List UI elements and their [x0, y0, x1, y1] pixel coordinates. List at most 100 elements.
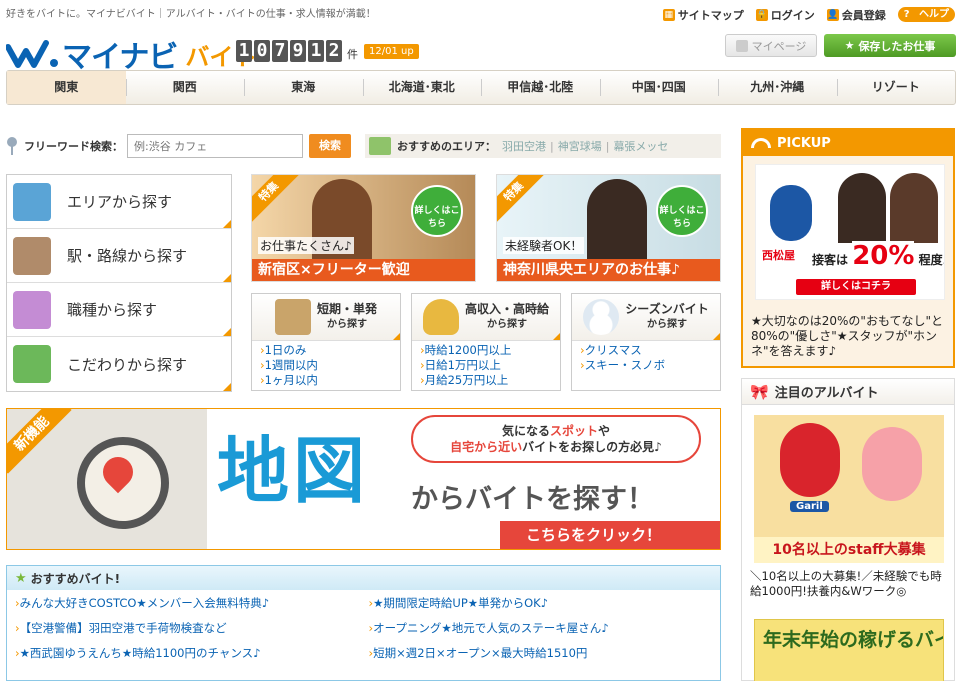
counter-digit: 9 — [290, 40, 306, 62]
high-income-header[interactable]: 高収入・高時給 から探す — [412, 294, 560, 341]
feature-tag: 特集 — [497, 175, 546, 224]
details-bubble: 詳しくはこちら — [656, 185, 708, 237]
list-link[interactable]: 1日のみ — [260, 343, 392, 358]
map-icon — [13, 182, 51, 221]
map-search-banner[interactable]: 新機能 地図 気になるスポットや 自宅から近いバイトをお探しの方必見♪ からバイ… — [6, 408, 721, 550]
list-link[interactable]: クリスマス — [580, 343, 712, 358]
star-icon: ★ — [15, 570, 27, 586]
list-link[interactable]: スキー・スノボ — [580, 358, 712, 373]
login-link[interactable]: 🔒 ログイン — [755, 7, 815, 23]
year-end-banner[interactable]: 年末年始の稼げるバイト!! — [754, 619, 944, 681]
feature-banner-shinjuku[interactable]: 特集 詳しくはこちら お仕事たくさん♪ 新宿区×フリーター歓迎 — [251, 174, 476, 282]
mascot-label: Garil — [790, 501, 829, 512]
pin-icon — [6, 137, 18, 155]
details-bubble: 詳しくはこちら — [411, 185, 463, 237]
area-link[interactable]: 神宮球場 — [558, 138, 602, 154]
region-tab-kansai[interactable]: 関西 — [125, 71, 245, 104]
updated-badge: 12/01 up — [364, 43, 419, 59]
top-links: ▦ サイトマップ 🔒 ログイン 👤 会員登録 ? ヘルプ — [662, 7, 955, 23]
counter-digit: 2 — [326, 40, 342, 62]
featured-jobs-header: 🎀 注目のアルバイト — [742, 379, 954, 405]
area-link[interactable]: 幕張メッセ — [613, 138, 668, 154]
high-income-box: 高収入・高時給から探す 時給1200円以上 日給1万円以上 月給25万円以上 — [411, 293, 561, 391]
region-tab-chugoku-shikoku[interactable]: 中国･四国 — [599, 71, 719, 104]
featured-job-caption: 10名以上のstaff大募集 — [754, 537, 944, 563]
region-tab-resort[interactable]: リゾート — [836, 71, 956, 104]
area-link[interactable]: 羽田空港 — [502, 138, 546, 154]
feature-subtitle: 未経験者OK！ — [503, 237, 585, 254]
job-link[interactable]: オープニング★地元で人気のステーキ屋さん♪ — [369, 619, 713, 638]
search-button[interactable]: 検索 — [309, 134, 351, 158]
category-job-type[interactable]: 職種から探す — [7, 283, 231, 337]
region-tab-koshinetsu-hokuriku[interactable]: 甲信越･北陸 — [481, 71, 600, 104]
rainbow-icon — [751, 138, 771, 148]
mascot-icon — [780, 423, 840, 497]
pickup-panel: PICKUP 西松屋 接客は 20% 程度♪ 詳しくはコチラ ★大切なのは20%… — [741, 128, 955, 368]
counter-digit: 1 — [308, 40, 324, 62]
short-term-header[interactable]: 短期・単発 から探す — [252, 294, 400, 341]
region-tab-kanto[interactable]: 関東 — [7, 71, 126, 104]
recommended-areas: おすすめのエリア： 羽田空港 | 神宮球場 | 幕張メッセ — [365, 134, 721, 158]
job-counter: 1 0 7 9 1 2 件 12/01 up — [236, 40, 419, 62]
staff-photo — [838, 173, 886, 243]
featured-job-text[interactable]: ＼10名以上の大募集!／未経験でも時給1000円!扶養内&Wワーク◎ — [750, 569, 950, 599]
rabbit-mascot-icon — [770, 185, 812, 241]
job-link[interactable]: ★期間限定時給UP★単発からOK♪ — [369, 594, 713, 613]
season-header[interactable]: シーズンバイト から探す — [572, 294, 720, 341]
saved-jobs-button[interactable]: ★ 保存したお仕事 — [824, 34, 956, 57]
list-link[interactable]: 日給1万円以上 — [420, 358, 552, 373]
region-nav: 関東 関西 東海 北海道･東北 甲信越･北陸 中国･四国 九州･沖縄 リゾート — [6, 70, 956, 105]
user-icon: 👤 — [826, 9, 839, 21]
region-tab-tokai[interactable]: 東海 — [244, 71, 363, 104]
help-link[interactable]: ? ヘルプ — [897, 7, 955, 22]
category-station[interactable]: 駅・路線から探す — [7, 229, 231, 283]
short-term-box: 短期・単発から探す 1日のみ 1週間以内 1ヶ月以内 — [251, 293, 401, 391]
list-link[interactable]: 1ヶ月以内 — [260, 373, 392, 388]
featured-jobs-panel: 🎀 注目のアルバイト Garil 10名以上のstaff大募集 ＼10名以上の大… — [741, 378, 955, 681]
pickup-header: PICKUP — [743, 130, 953, 156]
register-link[interactable]: 👤 会員登録 — [826, 7, 886, 23]
list-link[interactable]: 時給1200円以上 — [420, 343, 552, 358]
mypage-button[interactable]: マイページ — [725, 34, 817, 57]
list-link[interactable]: 1週間以内 — [260, 358, 392, 373]
feature-banner-kanagawa[interactable]: 特集 詳しくはこちら 未経験者OK！ 神奈川県央エリアのお仕事♪ — [496, 174, 721, 282]
calendar-icon — [274, 299, 311, 335]
feature-tag: 特集 — [252, 175, 301, 224]
region-tab-kyushu-okinawa[interactable]: 九州･沖縄 — [718, 71, 837, 104]
job-link[interactable]: 【空港警備】羽田空港で手荷物検査など — [15, 619, 359, 638]
user-icon — [735, 39, 748, 52]
category-preferences[interactable]: こだわりから探す — [7, 337, 231, 391]
person-photo — [587, 179, 647, 259]
freeword-search: フリーワード検索： 検索 — [6, 134, 351, 158]
question-icon: ? — [903, 9, 910, 20]
season-box: シーズンバイトから探す クリスマス スキー・スノボ — [571, 293, 721, 391]
money-bag-icon — [422, 299, 459, 335]
sitemap-icon: ▦ — [662, 9, 675, 21]
pickup-ad[interactable]: 西松屋 接客は 20% 程度♪ 詳しくはコチラ — [755, 164, 945, 300]
sitemap-link[interactable]: ▦ サイトマップ — [662, 7, 744, 23]
area-flag-icon — [369, 137, 391, 155]
region-tab-hokkaido-tohoku[interactable]: 北海道･東北 — [362, 71, 482, 104]
search-label: フリーワード検索： — [24, 140, 123, 153]
job-link[interactable]: 短期×週2日×オープン×最大時給1510円 — [369, 644, 713, 663]
mynavi-logo-icon — [6, 40, 58, 68]
search-categories: エリアから探す 駅・路線から探す 職種から探す こだわりから探す — [6, 174, 232, 392]
category-area[interactable]: エリアから探す — [7, 175, 231, 229]
job-link[interactable]: ★西武園ゆうえんち★時給1100円のチャンス♪ — [15, 644, 359, 663]
recommended-jobs: ★ おすすめバイト! みんな大好きCOSTCO★メンバー入会無料特典♪ ★期間限… — [6, 565, 721, 681]
pickup-text[interactable]: ★大切なのは20%の"おもてなし"と80%の"優しさ"★スタッフが"ホンネ"を答… — [751, 314, 951, 359]
train-icon — [13, 236, 51, 275]
job-link[interactable]: みんな大好きCOSTCO★メンバー入会無料特典♪ — [15, 594, 359, 613]
ribbon-icon: 🎀 — [750, 382, 769, 401]
featured-job-ad[interactable]: Garil 10名以上のstaff大募集 — [754, 415, 944, 563]
search-input[interactable] — [127, 134, 303, 158]
pickup-details-button[interactable]: 詳しくはコチラ — [796, 279, 916, 295]
counter-digit: 0 — [254, 40, 270, 62]
map-banner-cta[interactable]: こちらをクリック！ — [500, 521, 720, 549]
feature-subtitle: お仕事たくさん♪ — [258, 237, 354, 254]
recommended-areas-label: おすすめのエリア： — [397, 140, 496, 153]
counter-unit: 件 — [347, 48, 358, 61]
map-banner-subtitle: からバイトを探す！ — [411, 484, 654, 515]
list-link[interactable]: 月給25万円以上 — [420, 373, 552, 388]
map-banner-bubble: 気になるスポットや 自宅から近いバイトをお探しの方必見♪ — [411, 415, 701, 463]
